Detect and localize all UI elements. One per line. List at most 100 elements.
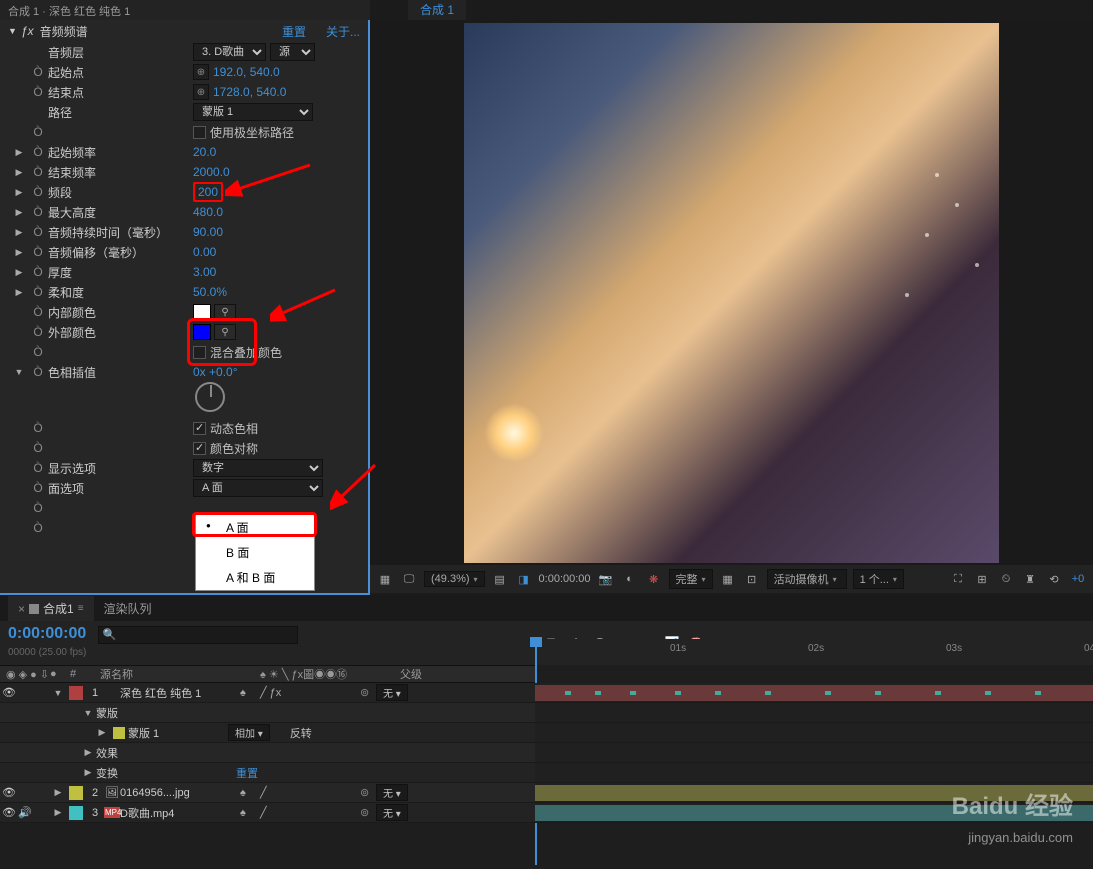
layer-name[interactable]: D歌曲.mp4 [120, 805, 240, 821]
collapse-icon[interactable]: ▼ [10, 367, 28, 377]
refresh-icon[interactable]: ⟲ [1045, 570, 1063, 588]
layers-icon[interactable]: ▤ [491, 570, 509, 588]
checkbox-dynamic-hue[interactable] [193, 422, 206, 435]
region-icon[interactable]: ▦ [376, 570, 394, 588]
effect-name[interactable]: 音频频谱 [40, 23, 262, 40]
stopwatch-icon[interactable]: Ò [28, 205, 48, 219]
stopwatch-icon[interactable]: Ò [28, 225, 48, 239]
expand-icon[interactable]: ▶ [80, 747, 96, 758]
eyedropper-icon[interactable]: ⚲ [214, 324, 236, 340]
keyframe-button[interactable]: ⊕ [193, 84, 209, 100]
timeline-time[interactable]: 0:00:00:00 [8, 625, 86, 642]
layer-row-2[interactable]: 👁 ▶ 2 🖼 0164956....jpg ♠ ╱ ⊚ 无 ▾ [0, 783, 535, 803]
zoom-select[interactable]: (49.3%) [424, 571, 485, 587]
layer-name[interactable]: 深色 红色 纯色 1 [120, 685, 240, 701]
expand-icon[interactable]: ▶ [10, 267, 28, 278]
expand-icon[interactable]: ▶ [50, 787, 66, 798]
stopwatch-icon[interactable]: Ò [28, 185, 48, 199]
layer-row-mask1[interactable]: ▶ 蒙版 1 相加 ▾ 反转 [0, 723, 535, 743]
timeline-ruler[interactable]: 01s 02s 03s 04s [535, 639, 1093, 665]
visibility-icon[interactable]: 👁 [0, 686, 18, 699]
swatch-inner[interactable] [193, 304, 211, 320]
track-trans[interactable] [535, 763, 1093, 783]
expand-icon[interactable]: ▶ [10, 167, 28, 178]
collapse-icon[interactable]: ▼ [80, 708, 96, 718]
angle-dial[interactable] [195, 382, 225, 412]
camera-select[interactable]: 活动摄像机 [767, 569, 847, 589]
expand-icon[interactable]: ▶ [10, 187, 28, 198]
value-start-freq[interactable]: 20.0 [193, 145, 216, 159]
layer-color[interactable] [69, 786, 83, 800]
eyedropper-icon[interactable]: ⚲ [214, 304, 236, 320]
layer-row-mask[interactable]: ▼ 蒙版 [0, 703, 535, 723]
layer-color[interactable] [69, 686, 83, 700]
value-hue-interp[interactable]: 0x +0.0° [193, 365, 238, 379]
visibility-icon[interactable]: 👁 [0, 806, 18, 819]
screen-icon[interactable]: 🖵 [400, 570, 418, 588]
expand-icon[interactable]: ▶ [94, 727, 110, 738]
value-duration[interactable]: 90.00 [193, 225, 223, 239]
color-icon[interactable]: ❋ [645, 570, 663, 588]
snapshot-icon[interactable]: 📷 [597, 570, 615, 588]
timeline-search[interactable]: 🔍 [98, 626, 298, 644]
expand-icon[interactable]: ▶ [10, 247, 28, 258]
expand-icon[interactable]: ▶ [10, 147, 28, 158]
add-icon[interactable]: +0 [1069, 570, 1087, 588]
value-bands[interactable]: 200 [198, 185, 218, 199]
layer-row-1[interactable]: 👁 ▼ 1 深色 红色 纯色 1 ♠ ╱ ƒx ⊚ 无 ▾ [0, 683, 535, 703]
select-audio-layer[interactable]: 3. D歌曲 [193, 43, 266, 61]
stopwatch-icon[interactable]: Ò [28, 345, 48, 359]
flowchart-icon[interactable]: ♜ [1021, 570, 1039, 588]
parent-select[interactable]: 无 ▾ [376, 784, 408, 801]
expand-icon[interactable]: ▶ [10, 287, 28, 298]
timeline-icon[interactable]: ⏲ [997, 570, 1015, 588]
track-3[interactable] [535, 803, 1093, 823]
transparency-icon[interactable]: ▦ [719, 570, 737, 588]
checkbox-polar[interactable] [193, 126, 206, 139]
checkbox-blend[interactable] [193, 346, 206, 359]
expand-icon[interactable]: ▶ [10, 207, 28, 218]
parent-select[interactable]: 无 ▾ [376, 684, 408, 701]
stopwatch-icon[interactable]: Ò [28, 245, 48, 259]
mask-color[interactable] [113, 727, 125, 739]
audio-icon[interactable]: 🔊 [18, 806, 32, 819]
value-end-freq[interactable]: 2000.0 [193, 165, 230, 179]
parent-select[interactable]: 无 ▾ [376, 804, 408, 821]
stopwatch-icon[interactable]: Ò [28, 481, 48, 495]
select-source[interactable]: 源 [270, 43, 315, 61]
resolution-select[interactable]: 完整 [669, 569, 713, 589]
stopwatch-icon[interactable]: Ò [28, 305, 48, 319]
stopwatch-icon[interactable]: Ò [28, 85, 48, 99]
reset-link[interactable]: 重置 [282, 23, 306, 40]
dropdown-item-b[interactable]: B 面 [196, 540, 314, 565]
value-start-point[interactable]: 192.0, 540.0 [213, 65, 280, 79]
layer-row-transform[interactable]: ▶ 变换 重置 [0, 763, 535, 783]
col-label[interactable]: ● [50, 668, 70, 680]
tab-comp-timeline[interactable]: × 合成1 ≡ [8, 596, 94, 621]
transform-reset[interactable]: 重置 [236, 765, 258, 781]
value-softness[interactable]: 50.0% [193, 285, 227, 299]
composition-viewer[interactable] [370, 20, 1093, 565]
stopwatch-icon[interactable]: Ò [28, 125, 48, 139]
visibility-icon[interactable]: 👁 [0, 786, 18, 799]
tab-render-queue[interactable]: 渲染队列 [94, 596, 162, 621]
stopwatch-icon[interactable]: Ò [28, 145, 48, 159]
layer-color[interactable] [69, 806, 83, 820]
collapse-icon[interactable]: ▼ [8, 26, 17, 36]
mask-invert-label[interactable]: 反转 [290, 725, 312, 741]
value-offset[interactable]: 0.00 [193, 245, 216, 259]
grid-icon[interactable]: ⊞ [973, 570, 991, 588]
stopwatch-icon[interactable]: Ò [28, 165, 48, 179]
select-display-opt[interactable]: 数字 [193, 459, 323, 477]
guide-icon[interactable]: ⊡ [743, 570, 761, 588]
tab-composition[interactable]: 合成 1 [408, 0, 466, 22]
mask-name[interactable]: 蒙版 1 [128, 725, 228, 741]
stopwatch-icon[interactable]: Ò [28, 285, 48, 299]
select-side-opt[interactable]: A 面 [193, 479, 323, 497]
views-select[interactable]: 1 个... [853, 569, 904, 589]
layer-name[interactable]: 0164956....jpg [120, 787, 240, 799]
track-fx[interactable] [535, 743, 1093, 763]
expand-icon[interactable]: ▶ [80, 767, 96, 778]
col-source[interactable]: 源名称 [100, 666, 260, 682]
stopwatch-icon[interactable]: Ò [28, 421, 48, 435]
